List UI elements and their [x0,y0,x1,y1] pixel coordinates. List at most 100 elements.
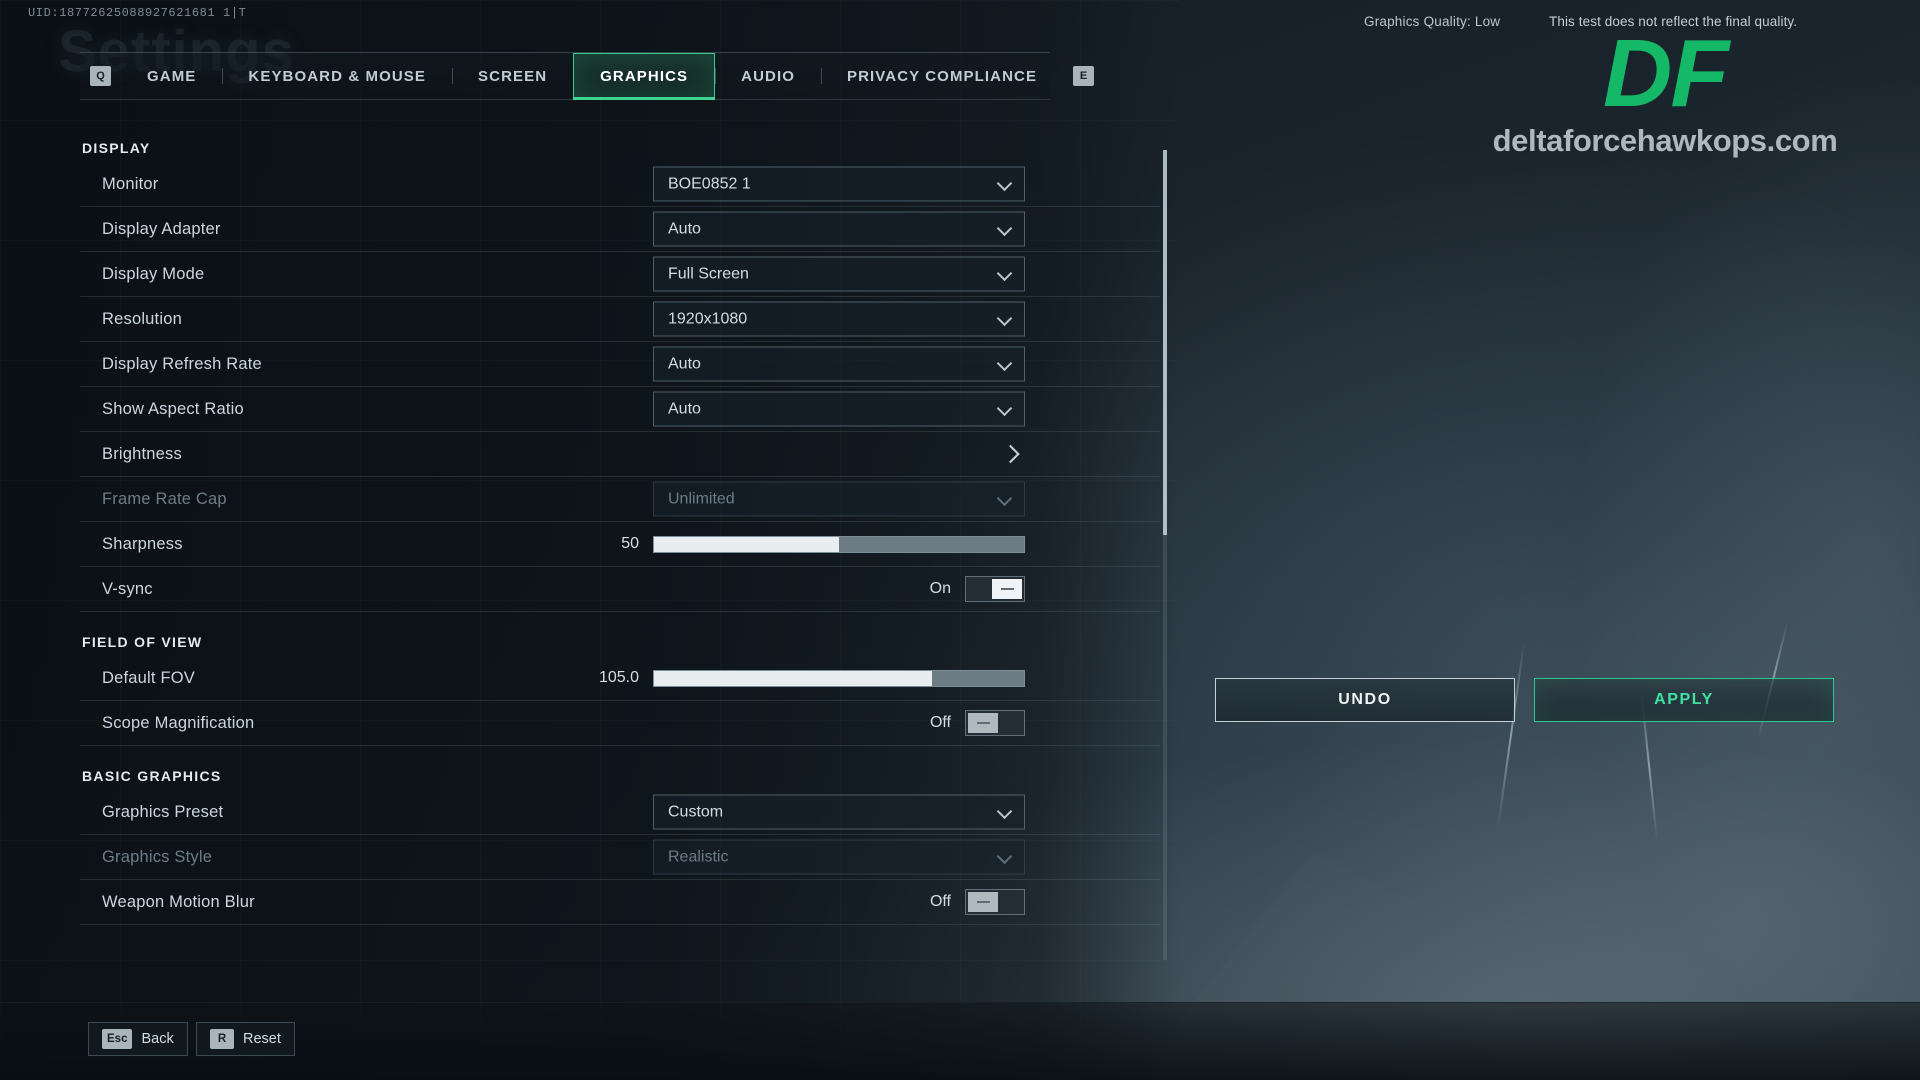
setting-control-weapon-motion-blur: Off [930,889,1025,915]
dropdown-value-display-refresh-rate: Auto [668,355,701,372]
tab-bar: Q GAME KEYBOARD & MOUSE SCREEN GRAPHICS AUDI… [80,52,1095,100]
setting-row-v-sync[interactable]: V-sync On [80,567,1160,612]
chevron-down-icon [996,310,1013,326]
tab-list: GAME KEYBOARD & MOUSE SCREEN GRAPHICS AUDIO P… [121,53,1063,100]
setting-control-show-aspect-ratio: Auto [653,391,1025,427]
toggle-value-scope-magnification: Off [929,714,951,731]
tab-screen[interactable]: SCREEN [452,53,573,99]
reset-button-label: Reset [243,1031,281,1047]
setting-control-display-adapter: Auto [653,211,1025,247]
toggle-value-weapon-motion-blur: Off [929,893,951,910]
setting-label-show-aspect-ratio: Show Aspect Ratio [102,399,244,418]
slider-fill [654,536,839,552]
tab-privacy-compliance[interactable]: PRIVACY COMPLIANCE [821,53,1063,99]
toggle-weapon-motion-blur[interactable] [965,889,1025,915]
background-streak-1 [1496,640,1526,830]
dropdown-value-graphics-preset: Custom [668,803,724,820]
setting-control-display-mode: Full Screen [653,256,1025,292]
dropdown-value-resolution: 1920x1080 [668,310,748,327]
setting-row-resolution[interactable]: Resolution 1920x1080 [80,297,1160,342]
settings-list: DISPLAY Monitor BOE0852 1 Display Adapter Au… [80,140,1160,970]
setting-control-display-refresh-rate: Auto [653,346,1025,382]
setting-row-monitor[interactable]: Monitor BOE0852 1 [80,162,1160,207]
chevron-down-icon [996,400,1013,416]
quality-disclaimer: This test does not reflect the final qua… [1549,14,1798,29]
tab-next-key[interactable]: E [1073,66,1095,86]
setting-label-frame-rate-cap: Frame Rate Cap [102,489,227,508]
toggle-knob [992,579,1022,599]
watermark-url: deltaforcehawkops.com [1492,123,1838,159]
toggle-knob [968,713,998,733]
bottom-bar: Esc Back R Reset [0,1002,1920,1080]
chevron-down-icon [996,355,1013,371]
setting-row-display-refresh-rate[interactable]: Display Refresh Rate Auto [80,342,1160,387]
reset-button[interactable]: R Reset [196,1022,295,1056]
settings-screen: Settings UID:18772625088927621681 1|T Gr… [0,0,1920,1080]
slider-value-sharpness: 50 [621,535,639,552]
dropdown-show-aspect-ratio[interactable]: Auto [653,391,1025,427]
setting-row-default-fov[interactable]: Default FOV 105.0 [80,656,1160,701]
toggle-value-v-sync: On [929,580,951,597]
undo-button-label: UNDO [1338,691,1392,708]
tab-graphics[interactable]: GRAPHICS [573,53,716,100]
setting-row-brightness[interactable]: Brightness [80,432,1160,477]
setting-row-graphics-preset[interactable]: Graphics Preset Custom [80,790,1160,835]
setting-row-show-aspect-ratio[interactable]: Show Aspect Ratio Auto [80,387,1160,432]
dropdown-value-graphics-style: Realistic [668,848,729,865]
chevron-down-icon [996,490,1013,506]
scrollbar-thumb[interactable] [1163,150,1167,535]
setting-row-display-mode[interactable]: Display Mode Full Screen [80,252,1160,297]
back-button[interactable]: Esc Back [88,1022,188,1056]
dropdown-resolution[interactable]: 1920x1080 [653,301,1025,337]
setting-label-graphics-style: Graphics Style [102,847,213,866]
setting-row-graphics-style: Graphics Style Realistic [80,835,1160,880]
tab-game[interactable]: GAME [121,53,222,99]
slider-value-default-fov: 105.0 [598,669,639,686]
setting-label-display-refresh-rate: Display Refresh Rate [102,354,262,373]
dropdown-value-display-adapter: Auto [668,220,701,237]
setting-row-sharpness[interactable]: Sharpness 50 [80,522,1160,567]
dropdown-value-monitor: BOE0852 1 [668,175,751,192]
setting-row-weapon-motion-blur[interactable]: Weapon Motion Blur Off [80,880,1160,925]
reset-key-icon: R [210,1029,234,1049]
dropdown-graphics-style: Realistic [653,839,1025,875]
slider-sharpness[interactable] [653,535,1025,553]
chevron-right-icon [1001,444,1020,464]
setting-label-weapon-motion-blur: Weapon Motion Blur [102,892,255,911]
dropdown-display-mode[interactable]: Full Screen [653,256,1025,292]
setting-row-scope-magnification[interactable]: Scope Magnification Off [80,701,1160,746]
df-logo: DF [1603,20,1729,127]
dropdown-graphics-preset[interactable]: Custom [653,794,1025,830]
setting-label-sharpness: Sharpness [102,534,183,553]
setting-control-monitor: BOE0852 1 [653,166,1025,202]
setting-control-graphics-preset: Custom [653,794,1025,830]
section-header-display: DISPLAY [82,140,151,156]
setting-row-display-adapter[interactable]: Display Adapter Auto [80,207,1160,252]
chevron-down-icon [996,220,1013,236]
setting-control-default-fov: 105.0 [593,669,1025,687]
dropdown-value-show-aspect-ratio: Auto [668,400,701,417]
setting-label-monitor: Monitor [102,174,159,193]
toggle-scope-magnification[interactable] [965,710,1025,736]
chevron-down-icon [996,265,1013,281]
section-header-basic-graphics: BASIC GRAPHICS [82,768,222,784]
setting-label-resolution: Resolution [102,309,182,328]
dropdown-monitor[interactable]: BOE0852 1 [653,166,1025,202]
tab-keyboard-mouse[interactable]: KEYBOARD & MOUSE [222,53,452,99]
toggle-v-sync[interactable] [965,576,1025,602]
toggle-knob [968,892,998,912]
tab-prev-key[interactable]: Q [90,66,111,86]
dropdown-display-refresh-rate[interactable]: Auto [653,346,1025,382]
setting-label-display-mode: Display Mode [102,264,205,283]
setting-control-graphics-style: Realistic [653,839,1025,875]
setting-row-frame-rate-cap: Frame Rate Cap Unlimited [80,477,1160,522]
slider-default-fov[interactable] [653,669,1025,687]
undo-button[interactable]: UNDO [1215,678,1515,722]
setting-control-sharpness: 50 [593,535,1025,553]
dropdown-display-adapter[interactable]: Auto [653,211,1025,247]
apply-button[interactable]: APPLY [1534,678,1834,722]
tab-audio[interactable]: AUDIO [715,53,821,99]
setting-control-v-sync: On [930,576,1025,602]
settings-scrollbar[interactable] [1163,150,1167,960]
uid-text: UID:18772625088927621681 1|T [28,6,247,20]
